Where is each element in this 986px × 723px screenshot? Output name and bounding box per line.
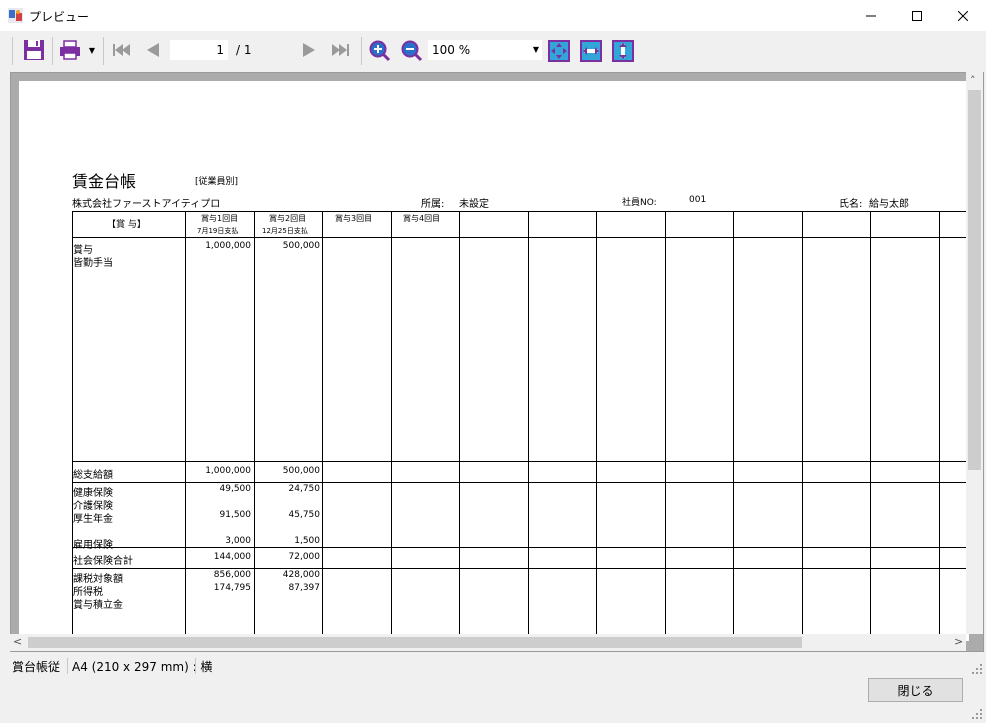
resize-grip-icon[interactable] bbox=[972, 709, 982, 719]
insurance-value: 49,500 bbox=[219, 484, 252, 494]
status-divider bbox=[67, 658, 68, 674]
preview-viewport[interactable]: 賃金台帳 [従業員別] 株式会社ファーストアイティプロ 所属: 未設定 社員NO… bbox=[10, 72, 984, 652]
fit-width-icon bbox=[580, 40, 602, 62]
social-total-value: 144,000 bbox=[213, 552, 251, 562]
fit-width-button[interactable] bbox=[579, 39, 603, 63]
scroll-left-icon[interactable]: < bbox=[13, 635, 22, 648]
next-page-icon bbox=[303, 43, 315, 57]
insurance-label: 厚生年金 bbox=[73, 514, 113, 525]
zoom-out-button[interactable] bbox=[400, 39, 424, 63]
print-dropdown-button[interactable]: ▼ bbox=[86, 43, 98, 57]
close-button[interactable]: 閉じる bbox=[868, 678, 963, 702]
ledger-grid bbox=[72, 211, 969, 641]
social-total-value: 72,000 bbox=[288, 552, 321, 562]
horizontal-scrollbar[interactable]: < > bbox=[10, 634, 966, 651]
window-title: プレビュー bbox=[29, 10, 90, 24]
pay-item-label: 皆勤手当 bbox=[73, 258, 113, 269]
print-icon bbox=[60, 40, 80, 60]
insurance-value: 24,750 bbox=[288, 484, 321, 494]
zoom-select[interactable]: 100 % ▼ bbox=[428, 40, 542, 60]
zoom-out-icon bbox=[401, 40, 423, 62]
prev-page-icon bbox=[147, 43, 159, 57]
report-page: 賃金台帳 [従業員別] 株式会社ファーストアイティプロ 所属: 未設定 社員NO… bbox=[19, 81, 969, 641]
toolbar-separator bbox=[52, 37, 53, 65]
maximize-icon bbox=[912, 10, 922, 21]
insurance-value: 1,500 bbox=[294, 536, 320, 546]
print-button[interactable] bbox=[58, 38, 82, 62]
status-bar: 賞台帳従 A4 (210 x 297 mm) : 横 bbox=[0, 655, 986, 677]
vertical-scrollbar[interactable]: ˄ bbox=[966, 72, 983, 634]
column-header: 賞与3回目 bbox=[335, 214, 373, 223]
save-button[interactable] bbox=[22, 38, 46, 62]
status-doc-name: 賞台帳従 bbox=[12, 660, 61, 674]
status-paper-size: A4 (210 x 297 mm) : 横 bbox=[72, 660, 213, 674]
pay-value: 1,000,000 bbox=[205, 241, 251, 251]
maximize-button[interactable] bbox=[894, 0, 940, 31]
zoom-in-button[interactable] bbox=[368, 39, 392, 63]
tax-label: 賞与積立金 bbox=[73, 600, 123, 611]
prev-page-button[interactable] bbox=[142, 40, 164, 60]
page-total: / 1 bbox=[236, 43, 252, 57]
toolbar-separator bbox=[12, 37, 13, 65]
insurance-value: 91,500 bbox=[219, 510, 252, 520]
tax-value: 174,795 bbox=[213, 583, 251, 593]
minimize-button[interactable] bbox=[848, 0, 894, 31]
tax-value: 87,397 bbox=[288, 583, 321, 593]
scroll-up-icon[interactable]: ˄ bbox=[970, 74, 976, 87]
column-header: 賞与4回目 bbox=[403, 214, 441, 223]
vertical-scroll-thumb[interactable] bbox=[968, 90, 981, 470]
column-header: 賞与1回目 bbox=[201, 214, 239, 223]
toolbar-separator bbox=[103, 37, 104, 65]
social-total-label: 社会保険合計 bbox=[73, 556, 133, 567]
toolbar: ▼ 1 / 1 100 % ▼ bbox=[0, 31, 986, 69]
tax-value: 428,000 bbox=[282, 570, 320, 580]
close-window-button[interactable] bbox=[940, 0, 986, 31]
close-icon bbox=[958, 10, 968, 21]
chevron-down-icon: ▼ bbox=[532, 45, 539, 54]
bonus-header-label: 【賞 与】 bbox=[107, 220, 146, 230]
page-number-input[interactable]: 1 bbox=[170, 40, 228, 60]
zoom-in-icon bbox=[369, 40, 391, 62]
insurance-value: 45,750 bbox=[288, 510, 321, 520]
last-page-icon bbox=[332, 44, 349, 56]
save-icon bbox=[24, 40, 44, 60]
toolbar-separator bbox=[361, 37, 362, 65]
zoom-value: 100 % bbox=[432, 43, 471, 57]
column-subheader: 7月19日支払 bbox=[197, 227, 239, 235]
pay-value: 500,000 bbox=[282, 241, 320, 251]
status-grip-icon bbox=[972, 664, 982, 674]
total-value: 1,000,000 bbox=[205, 466, 251, 476]
title-bar: プレビュー bbox=[0, 0, 986, 31]
insurance-value: 3,000 bbox=[225, 536, 251, 546]
scroll-right-icon[interactable]: > bbox=[954, 635, 963, 648]
fit-height-button[interactable] bbox=[611, 39, 635, 63]
first-page-button[interactable] bbox=[110, 40, 132, 60]
minimize-icon bbox=[866, 15, 876, 16]
app-icon bbox=[8, 8, 23, 23]
last-page-button[interactable] bbox=[330, 40, 352, 60]
total-label: 総支給額 bbox=[73, 470, 113, 481]
insurance-label: 雇用保険 bbox=[73, 540, 113, 551]
fit-page-button[interactable] bbox=[547, 39, 571, 63]
status-divider bbox=[195, 658, 196, 674]
chevron-down-icon: ▼ bbox=[88, 45, 96, 55]
total-value: 500,000 bbox=[282, 466, 320, 476]
next-page-button[interactable] bbox=[298, 40, 320, 60]
horizontal-scroll-thumb[interactable] bbox=[28, 637, 802, 648]
fit-page-icon bbox=[548, 40, 570, 62]
fit-height-icon bbox=[612, 40, 634, 62]
column-subheader: 12月25日支払 bbox=[262, 227, 308, 235]
tax-value: 856,000 bbox=[213, 570, 251, 580]
first-page-icon bbox=[113, 44, 130, 56]
column-header: 賞与2回目 bbox=[269, 214, 307, 223]
